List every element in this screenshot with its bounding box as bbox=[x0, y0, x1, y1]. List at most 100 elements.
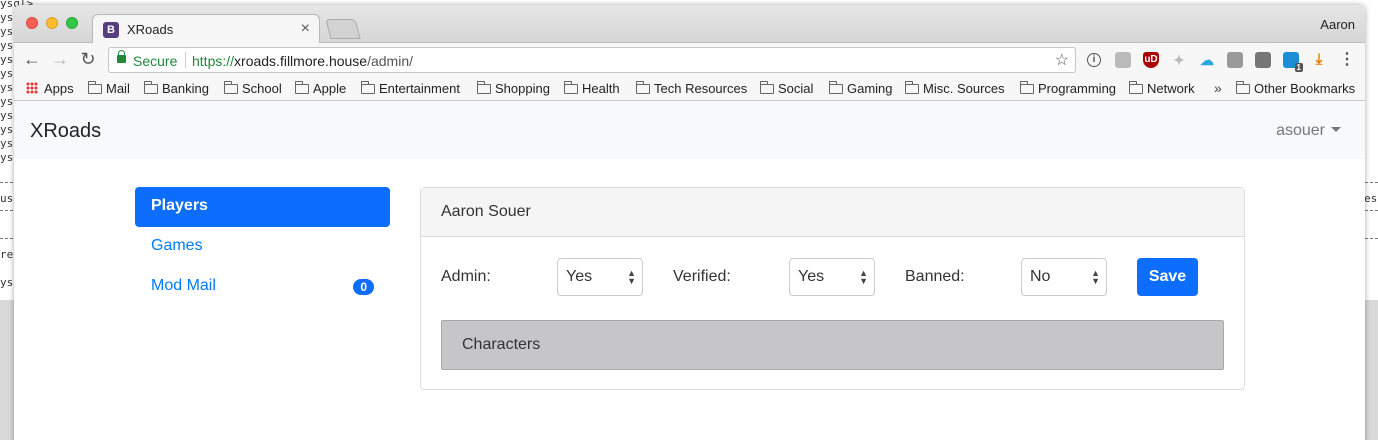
url-divider bbox=[185, 52, 186, 68]
icloud-icon[interactable]: ☁ bbox=[1199, 52, 1215, 68]
admin-select[interactable]: Yes ▲ ▼ bbox=[557, 258, 643, 296]
folder-icon bbox=[905, 81, 919, 94]
dropbox-icon[interactable]: ✦ bbox=[1171, 52, 1187, 68]
folder-icon bbox=[564, 81, 578, 94]
url-path: /admin/ bbox=[367, 53, 414, 69]
url-scheme: https:// bbox=[192, 53, 235, 69]
bookmark-label: Social bbox=[778, 81, 814, 96]
folder-icon bbox=[224, 81, 238, 94]
sidebar-nav: Players Games Mod Mail 0 bbox=[135, 187, 390, 307]
bookmark-network[interactable]: Network bbox=[1129, 81, 1195, 96]
admin-label: Admin: bbox=[441, 268, 491, 285]
bookmark-label: Misc. Sources bbox=[923, 81, 1005, 96]
bookmark-label: Apple bbox=[313, 81, 347, 96]
banned-select[interactable]: No ▲ ▼ bbox=[1021, 258, 1107, 296]
title-bar: B XRoads × Aaron bbox=[14, 5, 1365, 44]
folder-icon bbox=[760, 81, 774, 94]
minimize-window-button[interactable] bbox=[46, 17, 58, 29]
user-dropdown[interactable]: asouer bbox=[1276, 122, 1341, 140]
info-icon[interactable]: i bbox=[1087, 53, 1101, 67]
bookmark-banking[interactable]: Banking bbox=[144, 81, 209, 96]
bookmark-social[interactable]: Social bbox=[760, 81, 813, 96]
bookmark-label: Banking bbox=[162, 81, 209, 96]
folder-icon bbox=[829, 81, 843, 94]
new-tab-button[interactable] bbox=[325, 19, 361, 39]
folder-icon bbox=[295, 81, 309, 94]
url-text: https://xroads.fillmore.house/admin/ bbox=[192, 53, 413, 69]
site-brand[interactable]: XRoads bbox=[30, 120, 101, 143]
bookmark-label: Other Bookmarks bbox=[1254, 81, 1356, 96]
bookmark-star-icon[interactable]: ☆ bbox=[1055, 50, 1069, 70]
bookmark-mail[interactable]: Mail bbox=[88, 81, 130, 96]
select-arrows-icon: ▲ ▼ bbox=[1091, 268, 1100, 286]
bookmark-label: Network bbox=[1147, 81, 1195, 96]
verified-select[interactable]: Yes ▲ ▼ bbox=[789, 258, 875, 296]
folder-icon bbox=[1020, 81, 1034, 94]
terminal-line: us bbox=[0, 192, 14, 205]
back-arrow-icon[interactable]: ← bbox=[22, 50, 42, 70]
bookmark-programming[interactable]: Programming bbox=[1020, 81, 1116, 96]
sidebar-item-games[interactable]: Games bbox=[135, 227, 390, 267]
bookmark-tech-resources[interactable]: Tech Resources bbox=[636, 81, 747, 96]
bookmark-school[interactable]: School bbox=[224, 81, 282, 96]
skype-icon[interactable]: 1 bbox=[1283, 52, 1303, 72]
address-bar[interactable]: Secure https://xroads.fillmore.house/adm… bbox=[108, 47, 1076, 73]
web-page: XRoads asouer Players Games Mod Mail 0 Aa… bbox=[14, 101, 1365, 440]
player-card: Aaron Souer Admin: Yes ▲ ▼ Verified: Yes … bbox=[420, 187, 1245, 390]
bookmark-entertainment[interactable]: Entertainment bbox=[361, 81, 460, 96]
user-name: asouer bbox=[1276, 122, 1325, 139]
folder-icon bbox=[1236, 81, 1250, 94]
shield-extension-icon[interactable] bbox=[1255, 52, 1271, 68]
characters-section[interactable]: Characters bbox=[441, 320, 1224, 370]
profile-name[interactable]: Aaron bbox=[1320, 17, 1355, 32]
sidebar-item-label: Mod Mail bbox=[151, 277, 216, 294]
sidebar-item-mod-mail[interactable]: Mod Mail 0 bbox=[135, 267, 390, 307]
bookmark-label: Entertainment bbox=[379, 81, 460, 96]
select-arrows-icon: ▲ ▼ bbox=[859, 268, 868, 286]
camera-extension-icon[interactable] bbox=[1115, 52, 1131, 68]
browser-tab[interactable]: B XRoads × bbox=[92, 14, 320, 44]
forward-arrow-icon[interactable]: → bbox=[50, 50, 70, 70]
characters-label: Characters bbox=[462, 336, 541, 353]
save-button[interactable]: Save bbox=[1137, 258, 1198, 296]
secure-label: Secure bbox=[133, 53, 178, 69]
bookmark-label: Mail bbox=[106, 81, 130, 96]
close-tab-icon[interactable]: × bbox=[301, 20, 310, 38]
bookmarks-overflow-button[interactable]: » bbox=[1214, 80, 1222, 96]
folder-icon bbox=[1129, 81, 1143, 94]
bookmark-misc-sources[interactable]: Misc. Sources bbox=[905, 81, 1005, 96]
skype-badge: 1 bbox=[1294, 63, 1303, 72]
bookmark-shopping[interactable]: Shopping bbox=[477, 81, 550, 96]
bookmark-label: Shopping bbox=[495, 81, 550, 96]
bookmark-label: Health bbox=[582, 81, 620, 96]
menu-kebab-icon[interactable]: ⋮ bbox=[1339, 52, 1355, 68]
terminal-line: re bbox=[0, 248, 14, 261]
url-host: xroads.fillmore.house bbox=[234, 53, 368, 69]
sidebar-item-players[interactable]: Players bbox=[135, 187, 390, 227]
tab-title: XRoads bbox=[127, 22, 174, 37]
pin-extension-icon[interactable] bbox=[1227, 52, 1243, 68]
player-name-header: Aaron Souer bbox=[421, 188, 1244, 237]
bookmark-other-bookmarks[interactable]: Other Bookmarks bbox=[1236, 81, 1355, 96]
folder-icon bbox=[636, 81, 650, 94]
terminal-line: es bbox=[1364, 192, 1378, 205]
verified-value: Yes bbox=[798, 268, 825, 285]
download-icon[interactable]: ⤓ bbox=[1311, 52, 1327, 68]
maximize-window-button[interactable] bbox=[66, 17, 78, 29]
bookmark-gaming[interactable]: Gaming bbox=[829, 81, 893, 96]
bootstrap-favicon-icon: B bbox=[103, 22, 119, 38]
browser-toolbar: ← → ↻ Secure https://xroads.fillmore.hou… bbox=[14, 43, 1365, 77]
close-window-button[interactable] bbox=[26, 17, 38, 29]
bookmark-apple[interactable]: Apple bbox=[295, 81, 346, 96]
ublock-icon[interactable]: uD bbox=[1143, 52, 1159, 68]
reload-icon[interactable]: ↻ bbox=[78, 50, 98, 70]
verified-label: Verified: bbox=[673, 268, 731, 285]
bookmark-health[interactable]: Health bbox=[564, 81, 620, 96]
banned-value: No bbox=[1030, 268, 1051, 285]
apps-grid-icon bbox=[26, 82, 38, 94]
lock-icon bbox=[117, 50, 126, 63]
bookmark-label: Apps bbox=[44, 81, 74, 96]
folder-icon bbox=[361, 81, 375, 94]
caret-down-icon bbox=[1331, 127, 1341, 132]
bookmark-apps[interactable]: Apps bbox=[26, 81, 74, 96]
